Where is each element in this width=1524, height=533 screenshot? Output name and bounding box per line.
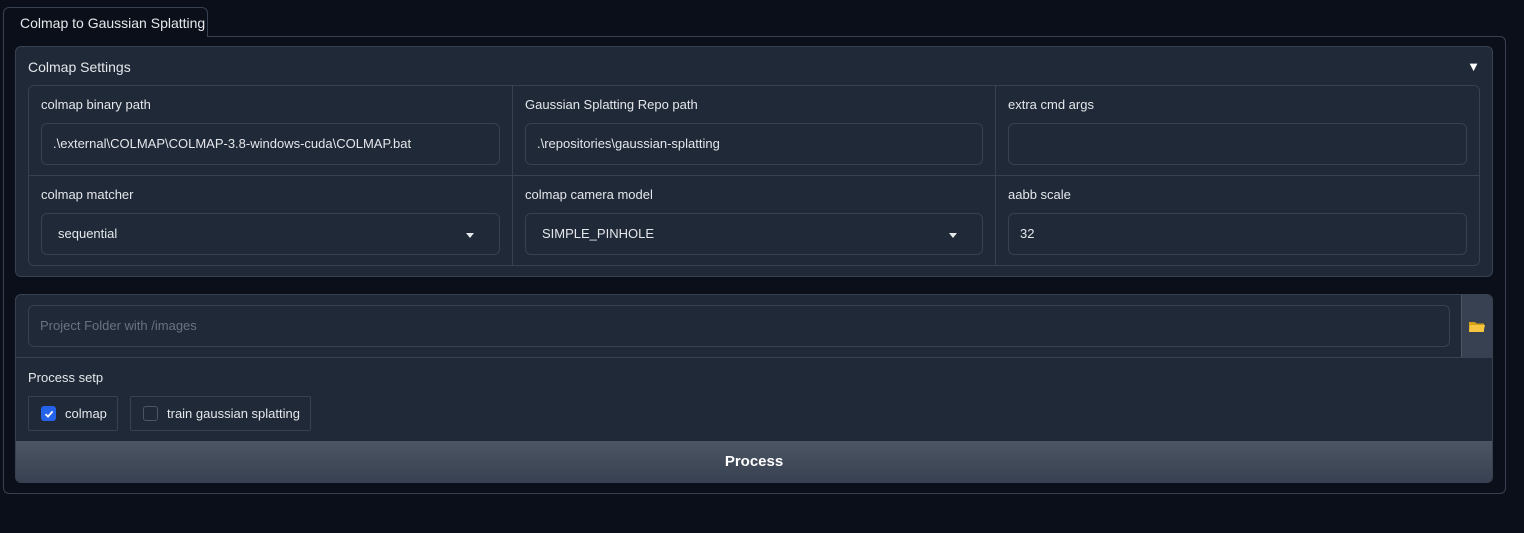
colmap-checkbox-label: colmap [65, 406, 107, 421]
checkbox-checked[interactable] [41, 406, 56, 421]
matcher-dropdown[interactable]: sequential [41, 213, 500, 255]
aabb-scale-cell: aabb scale 32 [996, 176, 1479, 265]
folder-icon [1469, 322, 1485, 332]
repo-path-label: Gaussian Splatting Repo path [525, 97, 698, 112]
check-icon [44, 410, 54, 418]
browse-folder-button[interactable] [1461, 295, 1492, 357]
train-gaussian-splatting-checkbox[interactable]: train gaussian splatting [130, 396, 311, 431]
process-panel: Project Folder with /images Process setp… [15, 294, 1493, 483]
accordion-title[interactable]: Colmap Settings [28, 59, 131, 75]
chevron-down-icon [466, 233, 474, 238]
binary-path-input[interactable]: .\external\COLMAP\COLMAP-3.8-windows-cud… [41, 123, 500, 165]
camera-model-value: SIMPLE_PINHOLE [542, 226, 654, 241]
camera-model-label: colmap camera model [525, 187, 653, 202]
matcher-label: colmap matcher [41, 187, 134, 202]
checkbox-unchecked[interactable] [143, 406, 158, 421]
extra-args-cell: extra cmd args [996, 86, 1479, 176]
tab-colmap-to-gaussian-splatting[interactable]: Colmap to Gaussian Splatting [3, 7, 208, 37]
accordion-toggle-icon[interactable]: ▼ [1467, 59, 1480, 74]
process-button[interactable]: Process [16, 441, 1492, 482]
matcher-value: sequential [58, 226, 118, 241]
binary-path-cell: colmap binary path .\external\COLMAP\COL… [29, 86, 513, 176]
colmap-checkbox[interactable]: colmap [28, 396, 118, 431]
settings-grid: colmap binary path .\external\COLMAP\COL… [28, 85, 1480, 266]
matcher-cell: colmap matcher sequential [29, 176, 513, 265]
aabb-scale-input[interactable]: 32 [1008, 213, 1467, 255]
process-step-label: Process setp [28, 370, 104, 385]
camera-model-cell: colmap camera model SIMPLE_PINHOLE [513, 176, 996, 265]
extra-args-label: extra cmd args [1008, 97, 1094, 112]
extra-args-input[interactable] [1008, 123, 1467, 165]
aabb-scale-label: aabb scale [1008, 187, 1071, 202]
colmap-settings-accordion: Colmap Settings ▼ colmap binary path .\e… [15, 46, 1493, 277]
repo-path-input[interactable]: .\repositories\gaussian-splatting [525, 123, 983, 165]
divider [16, 357, 1492, 358]
camera-model-dropdown[interactable]: SIMPLE_PINHOLE [525, 213, 983, 255]
binary-path-label: colmap binary path [41, 97, 151, 112]
chevron-down-icon [949, 233, 957, 238]
repo-path-cell: Gaussian Splatting Repo path .\repositor… [513, 86, 996, 176]
project-folder-input[interactable]: Project Folder with /images [28, 305, 1450, 347]
train-gaussian-splatting-label: train gaussian splatting [167, 406, 300, 421]
